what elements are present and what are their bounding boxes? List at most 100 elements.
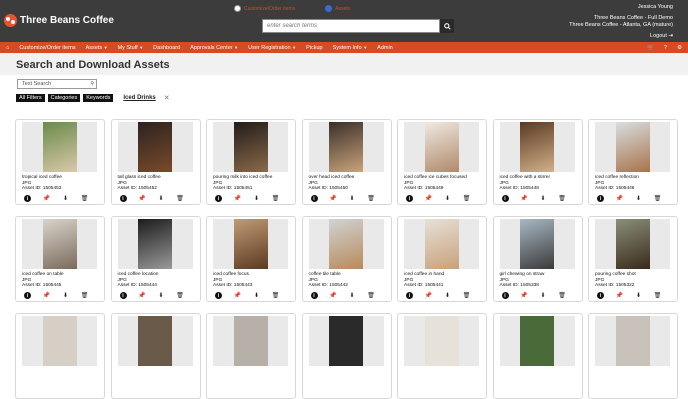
nav-system-info[interactable]: System Info ▼ [333,45,368,51]
radio-button-icon[interactable] [234,5,241,12]
nav-user-registration[interactable]: User Registration ▼ [248,45,296,51]
pin-icon[interactable]: 📌 [520,195,527,202]
search-button[interactable] [440,19,454,33]
asset-thumbnail[interactable] [595,122,670,172]
asset-thumbnail[interactable] [117,122,193,172]
nav-admin[interactable]: Admin [377,45,393,51]
info-icon[interactable]: i [310,195,318,202]
radio-assets[interactable]: Assets [325,5,350,12]
info-icon[interactable]: i [24,292,31,299]
pin-icon[interactable]: 📌 [234,195,241,202]
nav-my-stuff[interactable]: My Stuff ▼ [118,45,144,51]
brand-logo[interactable]: Three Beans Coffee [4,14,114,27]
delete-icon[interactable]: 🗑 [558,195,566,202]
asset-thumbnail[interactable] [404,316,479,366]
asset-card[interactable]: iced coffee on table JPG Asset ID: 1505445… [15,216,105,302]
asset-thumbnail[interactable] [499,122,575,172]
delete-icon[interactable]: 🗑 [176,195,184,202]
download-icon[interactable]: ⬇ [253,195,260,202]
nav-approvals-center[interactable]: Approvals Center ▼ [190,45,238,51]
pin-icon[interactable]: 📌 [616,195,623,202]
asset-card[interactable]: tropical iced coffee JPG Asset ID: 1505453… [15,119,105,205]
info-icon[interactable]: i [215,195,222,202]
org-line-2[interactable]: Three Beans Coffee - Atlanta, GA (mature… [569,22,673,30]
asset-card[interactable]: iced coffee in hand JPG Asset ID: 1505441 i… [397,216,487,302]
radio-button-selected-icon[interactable] [325,5,333,12]
asset-thumbnail[interactable] [213,122,288,172]
nav-customize-order[interactable]: Customize/Order items [19,45,75,51]
delete-icon[interactable]: 🗑 [367,292,375,299]
asset-card[interactable] [397,313,487,399]
asset-thumbnail[interactable] [22,122,97,172]
download-icon[interactable]: ⬇ [444,292,451,299]
nav-assets[interactable]: Assets ▼ [86,45,108,51]
text-search-input[interactable]: Text Search ⚲ [17,79,97,89]
settings-icon[interactable]: ⚙ [677,45,682,51]
download-icon[interactable]: ⬇ [349,292,356,299]
asset-thumbnail[interactable] [499,316,575,366]
asset-thumbnail[interactable] [308,122,384,172]
pin-icon[interactable]: 📌 [138,292,145,299]
home-icon[interactable]: ⌂ [6,45,9,51]
info-icon[interactable]: i [597,195,604,202]
delete-icon[interactable]: 🗑 [654,195,662,202]
asset-card[interactable]: iced coffee with a stirrer JPG Asset ID: 1… [492,119,583,205]
asset-card[interactable] [15,313,105,399]
cart-icon[interactable]: 🛒 [647,45,654,51]
pin-icon[interactable]: 📌 [43,292,50,299]
asset-thumbnail[interactable] [22,316,97,366]
tab-keywords[interactable]: Keywords [83,94,114,102]
delete-icon[interactable]: 🗑 [176,292,184,299]
asset-card[interactable]: iced coffee focus JPG Asset ID: 1505443 i 📌 ⬇… [206,216,296,302]
asset-thumbnail[interactable] [404,122,479,172]
delete-icon[interactable]: 🗑 [367,195,375,202]
download-icon[interactable]: ⬇ [635,195,642,202]
pin-icon[interactable]: 📌 [425,195,432,202]
info-icon[interactable]: i [501,292,509,299]
download-icon[interactable]: ⬇ [158,292,165,299]
info-icon[interactable]: i [24,195,31,202]
pin-icon[interactable]: 📌 [616,292,623,299]
download-icon[interactable]: ⬇ [540,292,547,299]
delete-icon[interactable]: 🗑 [463,195,471,202]
asset-thumbnail[interactable] [213,316,288,366]
asset-card[interactable] [206,313,296,399]
pin-icon[interactable]: 📌 [329,195,336,202]
asset-card[interactable]: iced coffee reflection JPG Asset ID: 15054… [588,119,678,205]
pin-icon[interactable]: 📌 [425,292,432,299]
help-button[interactable]: ? [664,45,667,51]
asset-card[interactable]: coffee tile table JPG Asset ID: 1505442 i 📌 ⬇… [301,216,392,302]
close-icon[interactable]: ✕ [164,94,170,102]
pin-icon[interactable]: 📌 [520,292,527,299]
tab-all-filters[interactable]: All Filters [16,94,45,102]
asset-thumbnail[interactable] [22,219,97,269]
asset-card[interactable] [588,313,678,399]
search-icon[interactable]: ⚲ [90,80,94,88]
info-icon[interactable]: i [501,195,509,202]
asset-card[interactable]: pouring milk into iced coffee JPG Asset ID… [206,119,296,205]
tab-categories[interactable]: Categories [47,94,81,102]
info-icon[interactable]: i [215,292,222,299]
asset-thumbnail[interactable] [595,316,670,366]
asset-card[interactable]: girl chewing on straw JPG Asset ID: 150533… [492,216,583,302]
delete-icon[interactable]: 🗑 [81,195,89,202]
download-icon[interactable]: ⬇ [540,195,547,202]
user-name[interactable]: Jessica Young [569,4,673,12]
asset-thumbnail[interactable] [213,219,288,269]
delete-icon[interactable]: 🗑 [463,292,471,299]
download-icon[interactable]: ⬇ [349,195,356,202]
nav-pickup[interactable]: Pickup [306,45,323,51]
download-icon[interactable]: ⬇ [444,195,451,202]
asset-card[interactable]: over head iced coffee JPG Asset ID: 150545… [301,119,392,205]
download-icon[interactable]: ⬇ [62,195,69,202]
search-input[interactable] [262,19,440,33]
radio-customize-order[interactable]: Customize/Order items [234,5,295,12]
asset-thumbnail[interactable] [308,219,384,269]
asset-thumbnail[interactable] [117,219,193,269]
nav-dashboard[interactable]: Dashboard [153,45,180,51]
active-filter-label[interactable]: Iced Drinks [123,95,155,101]
info-icon[interactable]: i [406,195,413,202]
asset-card[interactable]: iced coffee ice cubes focused JPG Asset ID… [397,119,487,205]
info-icon[interactable]: i [310,292,318,299]
download-icon[interactable]: ⬇ [253,292,260,299]
